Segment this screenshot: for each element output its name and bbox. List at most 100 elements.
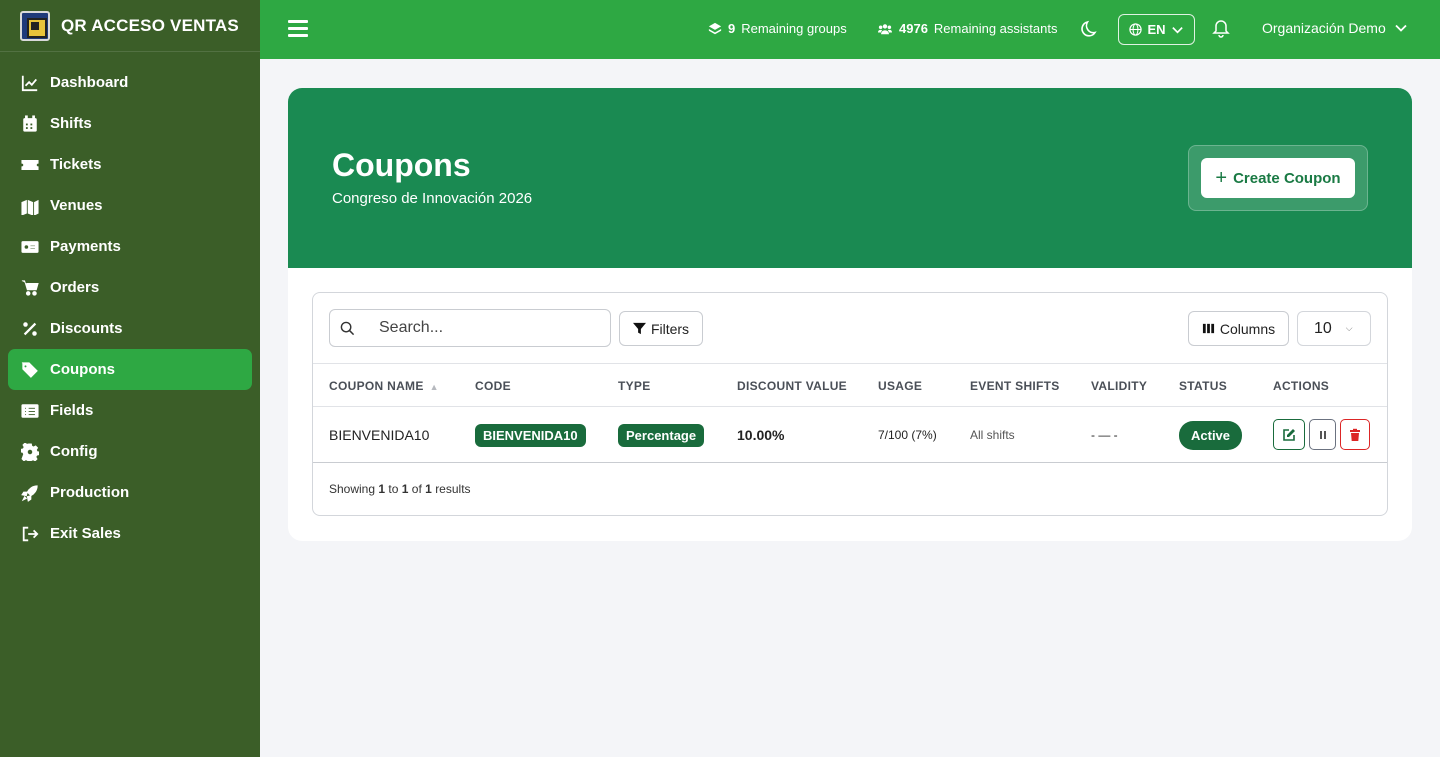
sidebar-item-label: Coupons [50, 361, 115, 378]
filter-icon [632, 322, 646, 335]
cart-icon [20, 278, 40, 298]
filters-button[interactable]: Filters [619, 311, 703, 346]
filters-label: Filters [650, 320, 690, 337]
column-header-type[interactable]: TYPE [618, 379, 651, 393]
plus-icon: + [1215, 167, 1228, 189]
event-shifts-cell: All shifts [970, 428, 1015, 442]
chevron-down-icon [1171, 27, 1183, 34]
search-box [329, 309, 611, 347]
sidebar-item-label: Fields [50, 402, 94, 419]
per-page-value: 10 [1314, 319, 1332, 337]
table-row: BIENVENIDA10 BIENVENIDA10 Percentage 10.… [313, 407, 1387, 463]
coupon-type-cell: Percentage [618, 407, 705, 463]
usage-cell: 7/100 (7%) [878, 428, 937, 442]
tags-icon [20, 360, 40, 380]
edit-coupon-button[interactable] [1273, 419, 1305, 450]
hamburger-icon [288, 34, 308, 37]
organization-menu[interactable]: Organización Demo [1262, 20, 1408, 36]
sidebar-item-payments[interactable]: Payments [8, 226, 252, 267]
sidebar-item-label: Exit Sales [50, 525, 121, 542]
sidebar-item-label: Payments [50, 238, 121, 255]
hamburger-icon [288, 20, 308, 23]
sidebar-item-production[interactable]: Production [8, 472, 252, 513]
sidebar-item-fields[interactable]: Fields [8, 390, 252, 431]
column-header-status[interactable]: STATUS [1179, 379, 1227, 393]
rocket-icon [20, 483, 40, 503]
column-header-discount-value[interactable]: DISCOUNT VALUE [737, 379, 847, 393]
brand-logo-icon [20, 10, 50, 41]
sidebar-item-coupons[interactable]: Coupons [8, 349, 252, 390]
chevron-down-icon [1395, 24, 1407, 32]
bell-icon [1212, 20, 1230, 38]
sidebar-item-exit-sales[interactable]: Exit Sales [8, 513, 252, 554]
delete-coupon-button[interactable] [1340, 419, 1370, 450]
remaining-assistants-stat: 4976 Remaining assistants [877, 21, 1057, 36]
per-page-select[interactable]: 10 ⌵ [1297, 311, 1371, 346]
columns-icon [1202, 323, 1214, 334]
status-cell: Active [1179, 407, 1243, 463]
remaining-assistants-count: 4976 [899, 21, 928, 36]
sidebar-item-shifts[interactable]: Shifts [8, 103, 252, 144]
sidebar-item-venues[interactable]: Venues [8, 185, 252, 226]
chevron-down-icon: ⌵ [1345, 323, 1353, 333]
sidebar-item-label: Shifts [50, 115, 92, 132]
table-header: COUPON NAME ▲ CODE TYPE DISCOUNT VALUE US… [313, 363, 1387, 407]
columns-button[interactable]: Columns [1188, 311, 1289, 346]
globe-icon [1129, 23, 1143, 36]
pause-coupon-button[interactable] [1309, 419, 1336, 450]
remaining-assistants-label: Remaining assistants [933, 21, 1058, 36]
sign-out-icon [20, 524, 40, 544]
pagination-summary: Showing 1 to 1 of 1 results [329, 482, 471, 496]
sidebar-item-config[interactable]: Config [8, 431, 252, 472]
notifications-button[interactable] [1212, 19, 1230, 39]
moon-icon [1081, 20, 1097, 37]
brand-name: QR ACCESO VENTAS [61, 15, 239, 35]
remaining-groups-label: Remaining groups [741, 21, 847, 36]
column-header-usage[interactable]: USAGE [878, 379, 922, 393]
coupons-card: Coupons Congreso de Innovación 2026 + Cr… [288, 88, 1412, 541]
sidebar-item-label: Config [50, 443, 98, 460]
language-code: EN [1147, 22, 1166, 37]
create-button-wrapper: + Create Coupon [1188, 145, 1368, 211]
sidebar-item-label: Tickets [50, 156, 102, 173]
pagination-text: of [411, 482, 422, 496]
sidebar-item-orders[interactable]: Orders [8, 267, 252, 308]
gear-icon [20, 442, 40, 462]
organization-name: Organización Demo [1262, 20, 1386, 36]
column-header-coupon-name[interactable]: COUPON NAME ▲ [329, 379, 439, 393]
sidebar-nav: Dashboard Shifts Tickets Venues Payments… [0, 52, 260, 554]
column-header-event-shifts[interactable]: EVENT SHIFTS [970, 379, 1060, 393]
menu-toggle-button[interactable] [288, 20, 308, 38]
create-coupon-label: Create Coupon [1233, 169, 1341, 187]
edit-icon [1283, 428, 1295, 441]
sort-asc-icon: ▲ [429, 382, 439, 392]
brand[interactable]: QR ACCESO VENTAS [0, 0, 260, 52]
page-header: Coupons Congreso de Innovación 2026 + Cr… [288, 88, 1412, 268]
list-icon [20, 401, 40, 421]
column-header-code[interactable]: CODE [475, 379, 511, 393]
theme-toggle-button[interactable] [1080, 19, 1100, 39]
map-icon [20, 196, 40, 216]
money-bill-icon [20, 237, 40, 257]
page-title: Coupons [332, 147, 471, 183]
ticket-icon [20, 155, 40, 175]
calendar-icon [20, 114, 40, 134]
pagination-total: 1 [425, 482, 432, 496]
users-icon [878, 23, 892, 34]
pagination-text: to [388, 482, 399, 496]
column-header-actions: ACTIONS [1273, 379, 1330, 393]
remaining-groups-stat: 9 Remaining groups [708, 21, 847, 36]
language-selector[interactable]: EN [1118, 14, 1195, 45]
sidebar-item-tickets[interactable]: Tickets [8, 144, 252, 185]
status-badge: Active [1179, 420, 1243, 450]
coupon-code-cell: BIENVENIDA10 [475, 407, 586, 463]
search-input[interactable] [379, 319, 599, 337]
sidebar: QR ACCESO VENTAS Dashboard Shifts Ticket… [0, 0, 260, 757]
column-header-validity[interactable]: VALIDITY [1091, 379, 1147, 393]
percent-icon [20, 319, 40, 339]
pagination-to: 1 [401, 482, 409, 496]
create-coupon-button[interactable]: + Create Coupon [1201, 158, 1355, 198]
sidebar-item-label: Production [50, 484, 130, 501]
sidebar-item-dashboard[interactable]: Dashboard [8, 62, 252, 103]
sidebar-item-discounts[interactable]: Discounts [8, 308, 252, 349]
